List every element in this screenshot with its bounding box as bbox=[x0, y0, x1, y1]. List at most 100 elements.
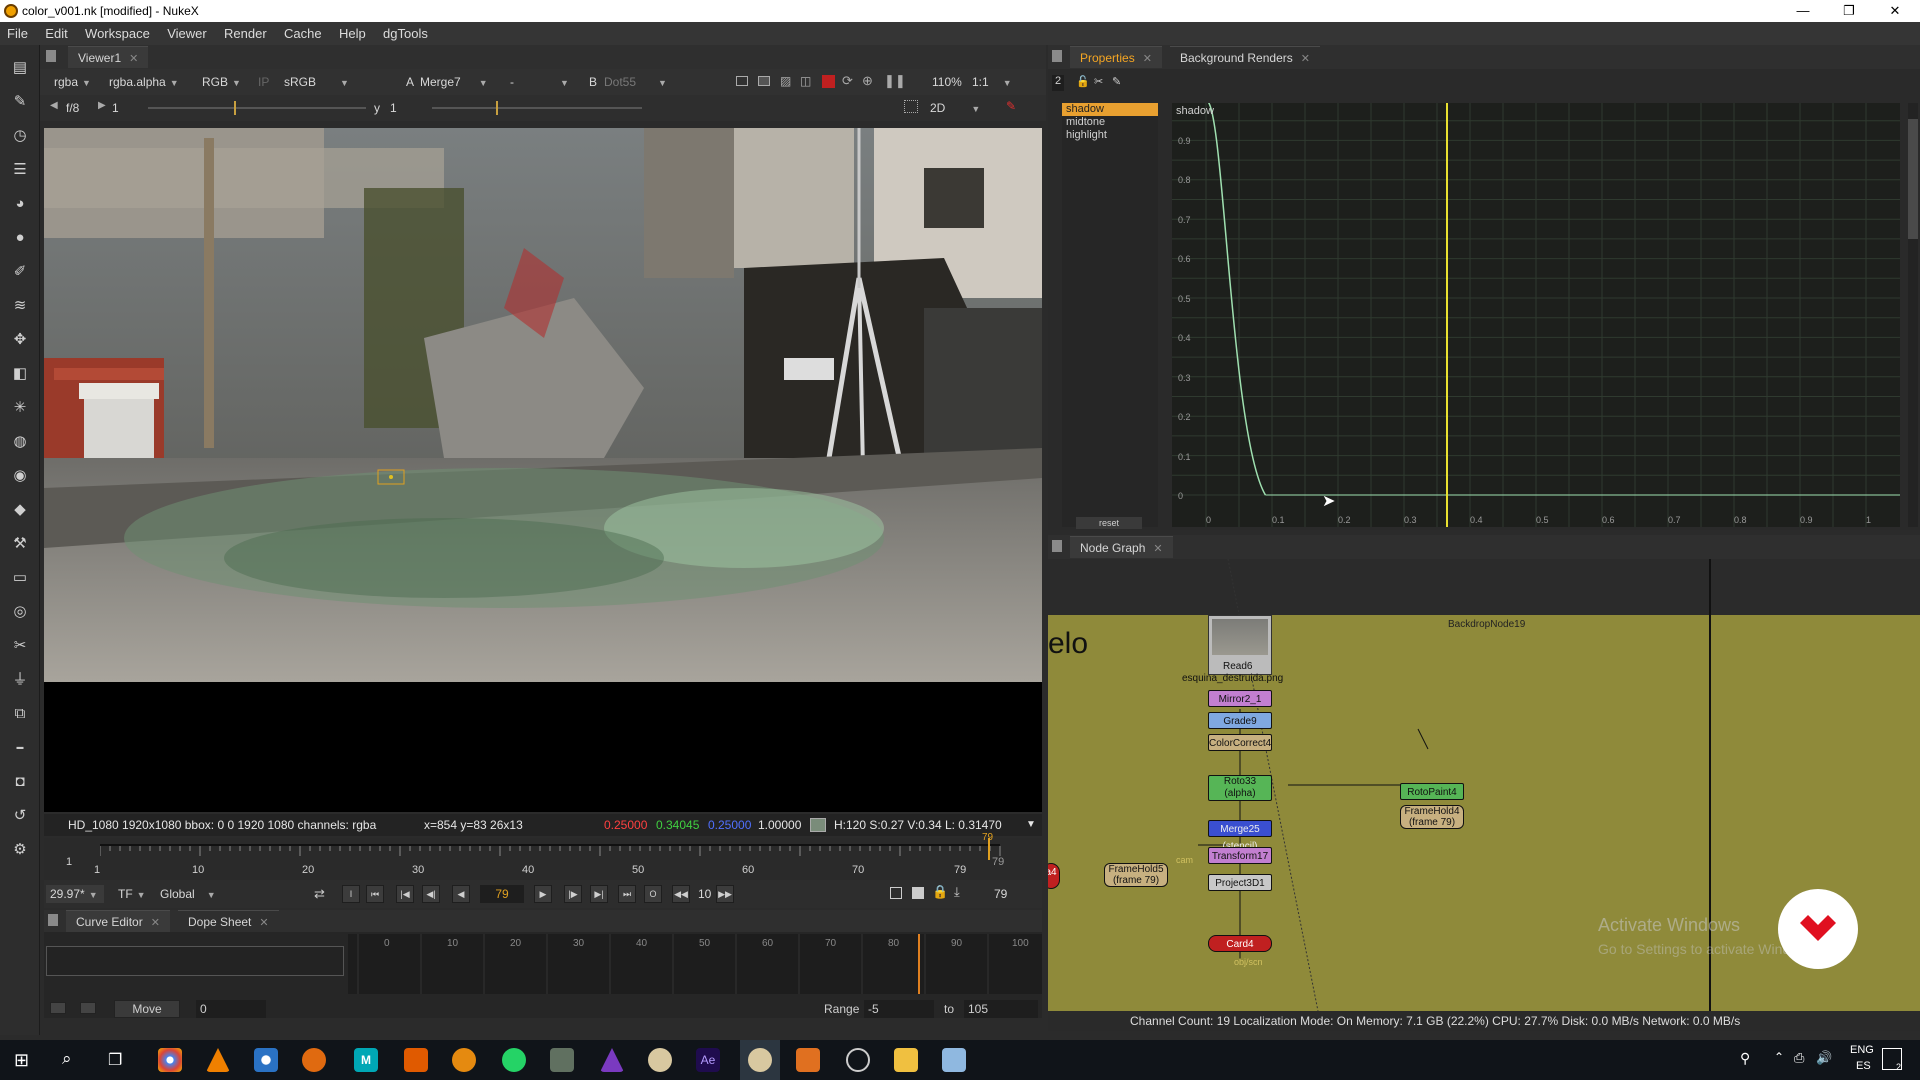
step-back-button[interactable]: ◀| bbox=[422, 885, 440, 903]
app-icon-14[interactable] bbox=[796, 1048, 820, 1072]
app-icon-17[interactable] bbox=[942, 1048, 966, 1072]
gamma-value[interactable]: 1 bbox=[386, 99, 401, 117]
minimize-button[interactable]: — bbox=[1780, 0, 1826, 22]
vlc-icon[interactable] bbox=[206, 1048, 230, 1072]
task-view-icon[interactable]: ❐ bbox=[108, 1050, 122, 1070]
tab-viewer1[interactable]: Viewer1 ✕ bbox=[68, 46, 149, 68]
image-nodes-icon[interactable]: ▤ bbox=[9, 57, 31, 79]
davinci-icon[interactable] bbox=[254, 1048, 278, 1072]
colorcorrect-node[interactable]: ColorCorrect4 bbox=[1208, 734, 1272, 751]
gain-left-arrow-icon[interactable]: ◀ bbox=[50, 100, 58, 111]
pause-icon[interactable]: ❚❚ bbox=[884, 73, 906, 89]
color-nodes-icon[interactable]: ◕ bbox=[9, 193, 31, 215]
keyer-nodes-icon[interactable]: ✐ bbox=[9, 261, 31, 283]
roi-icon[interactable] bbox=[736, 76, 748, 86]
lock-panels-icon[interactable]: 🔓 bbox=[1076, 75, 1090, 88]
reset-button[interactable]: reset bbox=[1076, 517, 1142, 529]
merge-node[interactable]: Merge25 (stencil) bbox=[1208, 820, 1272, 852]
skip-forward-button[interactable]: ▶▶ bbox=[716, 885, 734, 903]
menu-file[interactable]: File bbox=[0, 22, 35, 45]
particles-nodes-icon[interactable]: ✳ bbox=[9, 397, 31, 419]
tab-dope-sheet[interactable]: Dope Sheet ✕ bbox=[178, 910, 279, 932]
display-mode-dropdown[interactable]: RGB ▼ bbox=[198, 73, 245, 91]
blender-icon[interactable] bbox=[302, 1048, 326, 1072]
overlay-icon[interactable] bbox=[758, 76, 770, 86]
edit-icon[interactable]: ✎ bbox=[1112, 75, 1121, 88]
step-forward-button[interactable]: |▶ bbox=[564, 885, 582, 903]
merge-nodes-icon[interactable]: ≋ bbox=[9, 295, 31, 317]
tray-up-icon[interactable]: ⌃ bbox=[1774, 1050, 1784, 1064]
gamma-slider-handle[interactable] bbox=[496, 101, 498, 115]
color-picker-icon[interactable]: ✎ bbox=[1006, 99, 1016, 113]
first-frame-button[interactable]: ⏮ bbox=[366, 885, 384, 903]
dot-icon[interactable]: ◘ bbox=[9, 771, 31, 793]
m-app-icon[interactable]: M bbox=[354, 1048, 378, 1072]
gain-right-arrow-icon[interactable]: ▶ bbox=[98, 100, 106, 111]
card-node[interactable]: Card4 bbox=[1208, 935, 1272, 952]
tab-background-renders[interactable]: Background Renders ✕ bbox=[1170, 46, 1320, 68]
furnace-icon[interactable]: ◎ bbox=[9, 601, 31, 623]
pane-menu-icon[interactable] bbox=[1052, 50, 1062, 62]
tab-node-graph[interactable]: Node Graph ✕ bbox=[1070, 536, 1173, 558]
3d-nodes-icon[interactable]: ◧ bbox=[9, 363, 31, 385]
language-indicator[interactable]: ENG bbox=[1850, 1044, 1874, 1056]
last-frame-button[interactable]: ⏭ bbox=[618, 885, 636, 903]
alpha-channel-dropdown[interactable]: rgba.alpha ▼ bbox=[105, 73, 183, 91]
in-point-button[interactable]: I bbox=[342, 885, 360, 903]
current-frame-field[interactable]: 79 bbox=[480, 885, 524, 903]
stop-icon[interactable] bbox=[912, 887, 924, 899]
loop-icon[interactable]: ⇄ bbox=[314, 886, 325, 902]
framehold4-node[interactable]: FrameHold4 (frame 79) bbox=[1400, 805, 1464, 829]
whatsapp-icon[interactable] bbox=[502, 1048, 526, 1072]
rotopaint-node[interactable]: RotoPaint4 bbox=[1400, 783, 1464, 800]
tab-properties[interactable]: Properties ✕ bbox=[1070, 46, 1162, 68]
volume-icon[interactable]: 🔊 bbox=[1816, 1050, 1832, 1066]
close-all-icon[interactable]: ✂ bbox=[1094, 75, 1103, 88]
menu-help[interactable]: Help bbox=[332, 22, 373, 45]
curve-item-shadow[interactable]: shadow bbox=[1062, 103, 1158, 116]
tab-curve-editor[interactable]: Curve Editor ✕ bbox=[66, 910, 170, 932]
filter-nodes-icon[interactable]: ● bbox=[9, 227, 31, 249]
range-mode-dropdown[interactable]: Global ▼ bbox=[156, 885, 218, 903]
metadata-nodes-icon[interactable]: ◆ bbox=[9, 499, 31, 521]
windows-start-icon[interactable]: ⊞ bbox=[14, 1050, 29, 1071]
other-nodes-icon[interactable]: ▭ bbox=[9, 567, 31, 589]
roto-node[interactable]: Roto33 (alpha) bbox=[1208, 775, 1272, 801]
curve-item-midtone[interactable]: midtone bbox=[1062, 116, 1158, 129]
range-to-field[interactable]: 105 bbox=[964, 1000, 1038, 1018]
dope-sheet-playhead[interactable] bbox=[918, 934, 920, 994]
menu-dgtools[interactable]: dgTools bbox=[376, 22, 435, 45]
gain-value[interactable]: 1 bbox=[108, 99, 123, 117]
gizmos-label-icon[interactable]: ▬ bbox=[9, 737, 31, 759]
search-icon[interactable]: ⌕ bbox=[62, 1049, 72, 1069]
close-button[interactable]: ✕ bbox=[1872, 0, 1918, 22]
properties-scrollbar[interactable] bbox=[1908, 103, 1918, 527]
toolsets-icon[interactable]: ⚒ bbox=[9, 533, 31, 555]
clipping-icon[interactable]: ▨ bbox=[780, 74, 791, 88]
move-button[interactable]: Move bbox=[114, 1000, 180, 1018]
range-end-icon[interactable]: ⤓ bbox=[954, 884, 960, 900]
node-graph-canvas[interactable]: BackdropNode19 elo Read6 esquina_destrui… bbox=[1048, 559, 1920, 1011]
cache-icon[interactable] bbox=[822, 75, 835, 88]
ip-button[interactable]: IP bbox=[254, 73, 273, 91]
gamma-slider[interactable] bbox=[432, 107, 642, 109]
sketchup-icon[interactable] bbox=[404, 1048, 428, 1072]
app-icon-11[interactable] bbox=[648, 1048, 672, 1072]
app-icon-9[interactable] bbox=[550, 1048, 574, 1072]
next-keyframe-button[interactable]: ▶| bbox=[590, 885, 608, 903]
max-panels-field[interactable]: 2 bbox=[1052, 75, 1064, 91]
mirror-node[interactable]: Mirror2_1 bbox=[1208, 690, 1272, 707]
framehold5-node[interactable]: FrameHold5 (frame 79) bbox=[1104, 863, 1168, 887]
sync-icon[interactable] bbox=[80, 1002, 96, 1014]
frame-step-field[interactable]: 10 bbox=[694, 885, 715, 903]
prev-keyframe-button[interactable]: |◀ bbox=[396, 885, 414, 903]
timeline[interactable]: 1 1 10 20 30 40 50 60 70 79 79 79 bbox=[44, 832, 1042, 886]
menu-render[interactable]: Render bbox=[217, 22, 274, 45]
settings-icon[interactable]: ⚙ bbox=[9, 839, 31, 861]
plugin-icon[interactable]: ⧉ bbox=[9, 703, 31, 725]
offscreen-node[interactable]: a4 bbox=[1048, 863, 1060, 889]
app-icon-15[interactable] bbox=[846, 1048, 870, 1072]
nuke-taskbar-icon[interactable] bbox=[748, 1048, 772, 1072]
lock-range-icon[interactable] bbox=[50, 1002, 66, 1014]
undo-curve-icon[interactable]: ↺ bbox=[9, 805, 31, 827]
